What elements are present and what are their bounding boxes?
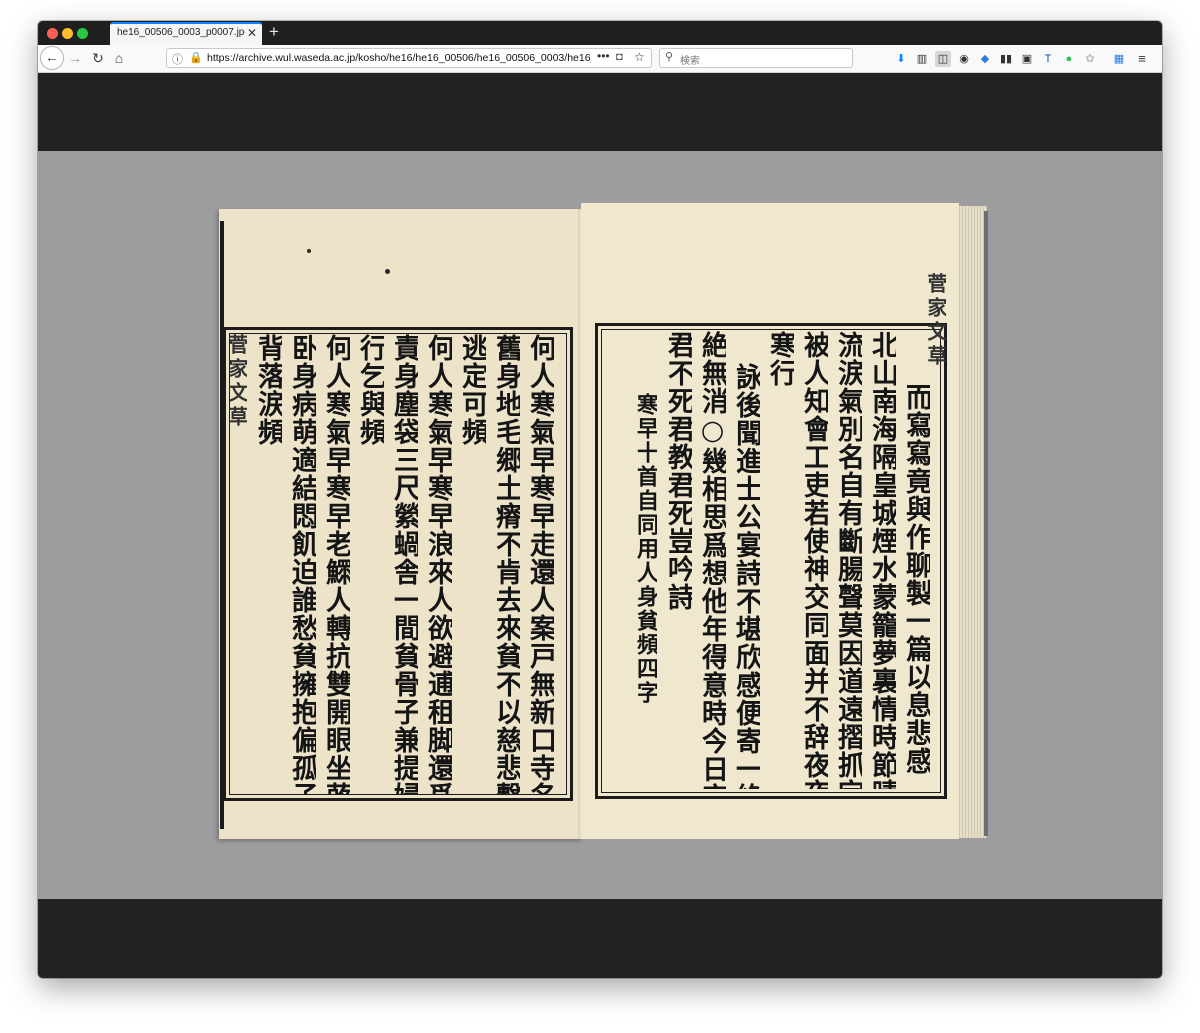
left-col-8: 卧身病萌適結悶飢迫誰愁貧擁抱偏孤子逼 xyxy=(289,334,316,794)
right-col-1: 而寫寫竟與作聊製一篇以息悲感 xyxy=(903,383,930,775)
account-icon[interactable]: ◉ xyxy=(956,51,972,67)
home-icon[interactable]: ⌂ xyxy=(109,48,129,68)
extension-icon[interactable]: ◆ xyxy=(977,51,993,67)
left-margin-label: 菅家文草 xyxy=(227,334,247,430)
lock-icon[interactable]: 🔒 xyxy=(189,51,203,64)
info-icon[interactable]: ⓘ xyxy=(172,51,183,67)
left-col-2: 舊身地毛郷土瘠不肯去來貧不以慈悲繋浮 xyxy=(493,334,520,794)
url-bar[interactable]: ⓘ 🔒 https://archive.wul.waseda.ac.jp/kos… xyxy=(166,48,652,68)
bookmark-star-icon[interactable]: ☆ xyxy=(634,50,645,64)
forward-arrow-icon[interactable]: → xyxy=(65,48,85,68)
new-tab-button[interactable]: + xyxy=(269,22,279,42)
right-col-8: 君不死君教君死豈吟詩 xyxy=(665,331,692,611)
left-col-6: 行乞與頻 xyxy=(357,334,384,446)
viewer-top-band xyxy=(38,73,1162,151)
download-icon[interactable]: ⬇ xyxy=(893,51,909,67)
tab-image[interactable]: he16_00506_0003_p0007.jpg (JPEG ✕ xyxy=(110,22,262,45)
right-col-4: 被人知會工吏若使神交同面并不辞夜夜冒 xyxy=(801,331,828,789)
right-col-7: 絶無消○幾相思爲想他年得意時今日定知 xyxy=(699,331,726,789)
right-col-3: 流涙氣別名自有斷腸聲莫因道遠摺抓定嫌 xyxy=(835,331,862,789)
right-col-5: 寒行 xyxy=(767,331,794,387)
search-icon: ⚲ xyxy=(665,51,674,63)
translate-icon[interactable]: T xyxy=(1040,51,1056,67)
navigation-toolbar: ← → ↻ ⌂ ⓘ 🔒 https://archive.wul.waseda.a… xyxy=(38,45,1162,73)
search-placeholder: 検索 xyxy=(680,56,700,67)
left-page: 何人寒氣早寒早走還人案戸無新口寺名占 舊身地毛郷土瘠不肯去來貧不以慈悲繋浮 逃定… xyxy=(219,209,583,839)
evernote-icon[interactable]: ● xyxy=(1061,51,1077,67)
sidebar-icon[interactable]: ◫ xyxy=(935,51,951,67)
ink-spot xyxy=(307,249,311,253)
reader-icon[interactable]: ▣ xyxy=(1019,51,1035,67)
back-arrow-icon[interactable]: ← xyxy=(40,46,64,70)
extension-gray-icon[interactable]: ✿ xyxy=(1082,51,1098,67)
binding-edge xyxy=(984,211,988,836)
left-col-3: 逃定可頻 xyxy=(459,334,486,446)
close-window-button[interactable] xyxy=(47,28,58,39)
tab-title: he16_00506_0003_p0007.jpg (JPEG xyxy=(117,27,245,38)
pocket-icon[interactable]: ◘ xyxy=(616,51,623,63)
barcode-icon[interactable]: ▮▮ xyxy=(998,51,1014,67)
left-col-1: 何人寒氣早寒早走還人案戸無新口寺名占 xyxy=(527,334,554,794)
right-col-9: 寒早十首自同用人身貧頻四字 xyxy=(635,393,657,705)
reload-icon[interactable]: ↻ xyxy=(88,48,108,68)
browser-window: he16_00506_0003_p0007.jpg (JPEG ✕ + ← → … xyxy=(38,21,1162,978)
url-text[interactable]: https://archive.wul.waseda.ac.jp/kosho/h… xyxy=(207,52,591,64)
tab-strip: he16_00506_0003_p0007.jpg (JPEG ✕ + xyxy=(38,21,1162,45)
page-actions-icon[interactable]: ••• xyxy=(597,49,610,63)
book-photograph: 何人寒氣早寒早走還人案戸無新口寺名占 舊身地毛郷土瘠不肯去來貧不以慈悲繋浮 逃定… xyxy=(38,151,1162,899)
left-col-5: 責身塵袋三尺縈蝸舎一間貧骨子兼提婦行 xyxy=(391,334,418,794)
left-col-9: 背落涙頻 xyxy=(255,334,282,446)
zoom-window-button[interactable] xyxy=(77,28,88,39)
extensions-grid-icon[interactable]: ▦ xyxy=(1111,51,1127,67)
viewer-bottom-band xyxy=(38,899,1162,978)
left-col-7: 何人寒氣早寒早老鰥人轉抗雙開眼坐蕗獨 xyxy=(323,334,350,794)
right-col-2: 北山南海隔皇城煙水蒙籠夢裏情時節晴逢 xyxy=(869,331,896,789)
library-icon[interactable]: ▥ xyxy=(914,51,930,67)
right-col-6: 詠後聞進士公宴詩不堪欣感便寄一絶 xyxy=(733,363,760,789)
tab-close-icon[interactable]: ✕ xyxy=(247,26,257,40)
page-stack-edge xyxy=(957,206,987,838)
search-input[interactable]: ⚲ 検索 xyxy=(659,48,853,68)
right-page: 菅家文草 而寫寫竟與作聊製一篇以息悲感 北山南海隔皇城煙水蒙籠夢裏情時節晴逢 流… xyxy=(581,203,959,839)
left-col-4: 何人寒氣早寒早浪來人欲避逋租脚還爲招 xyxy=(425,334,452,794)
ink-spot xyxy=(385,269,390,274)
minimize-window-button[interactable] xyxy=(62,28,73,39)
menu-icon[interactable]: ≡ xyxy=(1134,51,1150,67)
